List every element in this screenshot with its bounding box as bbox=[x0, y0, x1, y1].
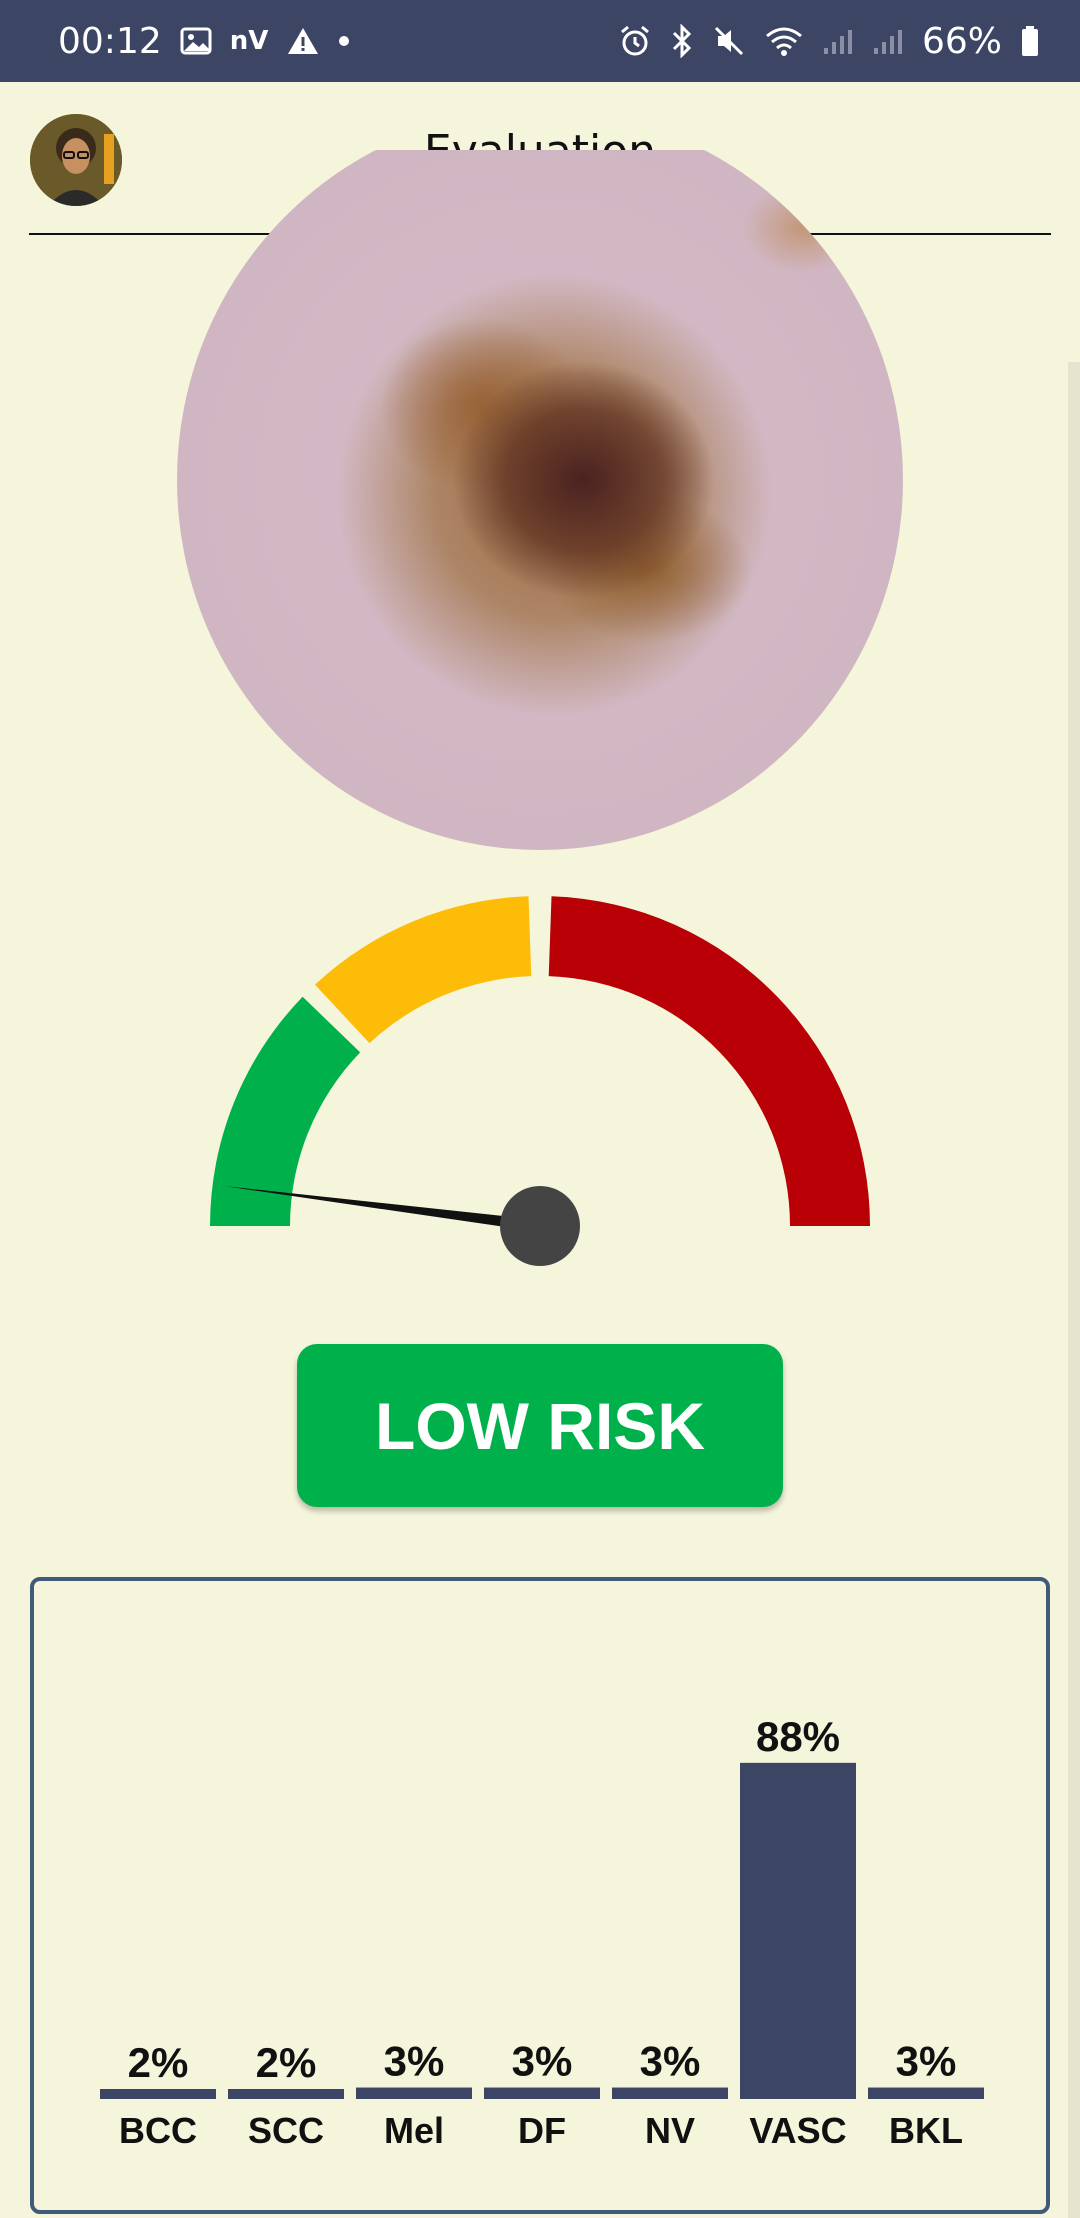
battery-icon bbox=[1020, 25, 1040, 57]
image-icon bbox=[180, 27, 212, 55]
carrier-text: nV bbox=[229, 26, 269, 56]
signal-icon bbox=[822, 26, 854, 56]
bar-df bbox=[484, 2087, 600, 2099]
value-label-bcc: 2% bbox=[128, 2039, 189, 2086]
category-label-scc: SCC bbox=[248, 2110, 324, 2151]
risk-gauge bbox=[210, 896, 870, 1266]
gauge-segment-low bbox=[210, 996, 361, 1226]
value-label-nv: 3% bbox=[640, 2038, 701, 2085]
signal-icon bbox=[872, 26, 904, 56]
mute-icon bbox=[712, 24, 746, 58]
alarm-icon bbox=[618, 24, 652, 58]
value-label-vasc: 88% bbox=[756, 1713, 840, 1760]
lesion-image bbox=[177, 150, 903, 850]
bar-bkl bbox=[868, 2087, 984, 2099]
scrollbar[interactable] bbox=[1068, 362, 1080, 2218]
category-label-vasc: VASC bbox=[749, 2110, 846, 2151]
status-bar-left: 00:12 nV bbox=[58, 21, 350, 62]
bar-bcc bbox=[100, 2089, 216, 2099]
dot-icon bbox=[338, 35, 350, 47]
value-label-df: 3% bbox=[512, 2038, 573, 2085]
status-bar: 00:12 nV 66% bbox=[0, 0, 1080, 82]
gauge-hub bbox=[500, 1186, 580, 1266]
status-bar-right: 66% bbox=[618, 21, 1040, 62]
category-label-nv: NV bbox=[645, 2110, 695, 2151]
status-time: 00:12 bbox=[58, 20, 162, 62]
bluetooth-icon bbox=[670, 24, 694, 58]
wifi-icon bbox=[764, 24, 804, 58]
bar-vasc bbox=[740, 1762, 856, 2099]
lesion-image-container bbox=[177, 150, 903, 850]
category-label-bkl: BKL bbox=[889, 2110, 963, 2151]
gauge-segment-high bbox=[548, 896, 870, 1226]
value-label-mel: 3% bbox=[384, 2038, 445, 2085]
bar-scc bbox=[228, 2089, 344, 2099]
battery-percentage: 66% bbox=[921, 20, 1002, 62]
category-label-bcc: BCC bbox=[119, 2110, 197, 2151]
warning-icon bbox=[286, 26, 320, 56]
probability-chart-panel: 2% BCC 2% SCC 3% Mel 3% DF 3% NV 88% VASC 3% BKL bbox=[30, 1577, 1050, 2214]
category-label-mel: Mel bbox=[384, 2110, 444, 2151]
risk-level-button[interactable]: LOW RISK bbox=[297, 1344, 783, 1507]
category-label-df: DF bbox=[518, 2110, 566, 2151]
bar-mel bbox=[356, 2087, 472, 2099]
probability-bar-chart: 2% BCC 2% SCC 3% Mel 3% DF 3% NV 88% VASC 3% BKL bbox=[100, 1713, 984, 2151]
value-label-bkl: 3% bbox=[896, 2038, 957, 2085]
value-label-scc: 2% bbox=[256, 2039, 317, 2086]
gauge-segment-medium bbox=[314, 896, 532, 1044]
bar-nv bbox=[612, 2087, 728, 2099]
